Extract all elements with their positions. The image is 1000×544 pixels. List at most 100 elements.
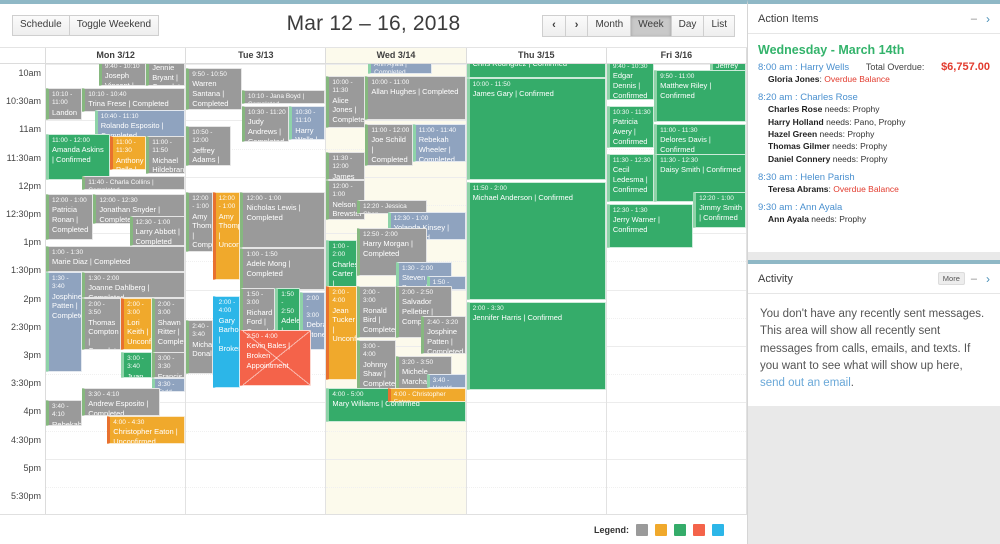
next-week-button[interactable]: › bbox=[565, 15, 589, 37]
needs-procedure: Prophy bbox=[852, 104, 880, 115]
event-title: Michael Hildebrand | Completed bbox=[152, 155, 186, 174]
calendar-event[interactable]: 11:00 - 11:30 Delores Davis | Confirmed bbox=[654, 124, 746, 156]
calendar-event[interactable]: 10:30 - 11:30 Patricia Avery | Confirmed bbox=[606, 106, 655, 148]
calendar-event[interactable]: 10:00 - 11:50 James Gary | Confirmed bbox=[466, 78, 606, 180]
calendar-event[interactable]: 2:50 - 4:00 Kevin Bales | Broken Appointm… bbox=[240, 330, 312, 386]
day-column-fri[interactable]: 9:40 - 10:30 Edgar Dennis | Confirmed Jeff… bbox=[606, 64, 747, 514]
calendar-event[interactable]: 10:30 - 11:10Harry Wells | Completed bbox=[289, 106, 326, 140]
day-column-tue[interactable]: 9:50 - 10:50 Warren Santana | Completed 10… bbox=[186, 64, 327, 514]
view-list-button[interactable]: List bbox=[704, 15, 735, 37]
event-title: Amanda Askins | Confirmed bbox=[52, 145, 104, 164]
calendar-event[interactable]: 10:10 - Jana Boyd | Completed bbox=[241, 90, 326, 104]
calendar-event[interactable]: 2:40 - 3:40Michael Donaldson bbox=[186, 320, 213, 374]
calendar-event[interactable]: 10:30 - 11:20 Judy Andrews | Completed bbox=[241, 106, 290, 142]
calendar-event[interactable]: 3:00 - 3:30Francis Barlow | Completed bbox=[151, 352, 186, 378]
calendar-event[interactable]: 11:30 - 12:30 Cecil Ledesma | Confirmed bbox=[606, 154, 655, 202]
calendar-event[interactable]: Ann Ayala | Completed bbox=[368, 64, 433, 74]
send-email-link[interactable]: send out an email bbox=[760, 377, 851, 389]
day-header-thu[interactable]: Thu 3/15 bbox=[466, 48, 607, 63]
calendar-event[interactable]: 11:40 - Charla Collins | Completed bbox=[82, 176, 186, 190]
action-item-time[interactable]: 8:30 am : Helen Parish bbox=[758, 172, 990, 183]
calendar-event[interactable]: 2:00 - 4:00Jean Tucker | Unconfirmed bbox=[326, 286, 358, 380]
calendar-event[interactable]: 10:10 - 11:00Landon Saxton | Completed bbox=[46, 88, 83, 120]
grid-line bbox=[186, 176, 326, 178]
prev-week-button[interactable]: ‹ bbox=[542, 15, 566, 37]
calendar-event[interactable]: 12:00 - 1:00Amy Thompson | Unconfirmed bbox=[212, 192, 241, 280]
event-title: Ronald Bird | Completed bbox=[363, 305, 396, 334]
day-column-wed[interactable]: Ann Ayala | Completed 10:00 - 11:30 Alice … bbox=[326, 64, 467, 514]
calendar-event[interactable]: 1:00 - 2:00Charles Carter | Confirmed bbox=[326, 240, 358, 288]
day-column-mon[interactable]: 9:40 - 10:10Joseph Vincent | CompletedJe… bbox=[46, 64, 187, 514]
chevron-right-icon[interactable]: › bbox=[986, 12, 990, 26]
calendar-event[interactable]: 11:00 - 12:00 Joe Schild | Completed bbox=[365, 124, 413, 166]
calendar-event[interactable]: 9:50 - 11:00 Matthew Riley | Confirmed bbox=[654, 70, 746, 122]
event-time: 2:00 - 4:00 bbox=[332, 289, 350, 305]
minimize-icon[interactable]: – bbox=[971, 13, 977, 25]
day-header-row: Mon 3/12 Tue 3/13 Wed 3/14 Thu 3/15 Fri … bbox=[0, 48, 748, 64]
action-item-time[interactable]: 8:20 am : Charles Rose bbox=[758, 92, 990, 103]
more-button[interactable]: More bbox=[937, 272, 965, 285]
calendar-event[interactable]: 9:40 - 10:10Joseph Vincent | Completed bbox=[98, 64, 147, 86]
view-month-button[interactable]: Month bbox=[588, 15, 632, 37]
day-header-fri[interactable]: Fri 3/16 bbox=[606, 48, 748, 63]
calendar-event[interactable]: 10:50 - 12:00Jeffrey Adams | Completed bbox=[186, 126, 231, 166]
activity-minimize-icon[interactable]: – bbox=[971, 273, 977, 285]
calendar-event[interactable]: 3:30 - 4:10 Andrew Esposito | Completed bbox=[82, 388, 161, 416]
calendar-event[interactable]: 10:10 - 10:40 Trina Frese | Completed bbox=[82, 88, 186, 112]
calendar-event[interactable]: Jennie Bryant | Completed bbox=[146, 64, 186, 86]
calendar-event[interactable]: Chris Rodriguez | Confirmed bbox=[466, 64, 606, 78]
calendar-event[interactable]: 4:00 - 4:30 Christopher Eaton | Unconfirm… bbox=[107, 416, 186, 444]
calendar-event[interactable]: 12:00 - 1:00 Nicholas Lewis | Completed bbox=[240, 192, 326, 248]
event-time: 11:30 - 12:00 bbox=[332, 155, 353, 171]
calendar-event[interactable]: 11:30 - 12:00James Allen | Completed bbox=[326, 152, 366, 180]
event-title: Gary Barhorst | Broken bbox=[218, 315, 241, 354]
calendar-event[interactable]: 1:00 - 1:30 Marie Diaz | Completed bbox=[46, 246, 186, 272]
calendar-event[interactable]: 9:40 - 10:30 Edgar Dennis | Confirmed bbox=[606, 64, 655, 100]
calendar-event[interactable]: 3:00 - 3:40Juan Bautista | Confirmed bbox=[121, 352, 152, 378]
calendar-event[interactable]: 2:00 - 3:00Shawn Ritter | Completed bbox=[151, 298, 186, 356]
calendar-event[interactable]: 11:00 - 11:40 Rebekah Wheeler | Completed bbox=[412, 124, 466, 162]
calendar-event[interactable]: 11:00 - 11:50Michael Hildebrand | Comple… bbox=[146, 136, 186, 174]
calendar-event[interactable]: 12:00 - 1:00 Patricia Ronan | Completed bbox=[46, 194, 94, 240]
calendar-event[interactable]: 11:50 - 2:00 Michael Anderson | Confirmed bbox=[466, 182, 606, 300]
calendar-event[interactable]: 4:00 - Christopher Eaton bbox=[387, 388, 466, 402]
calendar-event[interactable]: 1:30 - 2:00 Joanne Dahlberg | Completed bbox=[82, 272, 186, 298]
calendar-event[interactable]: 1:30 - 3:40Josphine Patten | Completed bbox=[46, 272, 83, 372]
calendar-event[interactable]: 2:40 - 3:20 Josphine Patten | Completed bbox=[421, 316, 466, 354]
activity-chevron-right-icon[interactable]: › bbox=[986, 272, 990, 286]
calendar-event[interactable]: 12:00 - 1:00Amy Thompson | Completed bbox=[186, 192, 213, 252]
calendar-event[interactable]: 12:30 - 1:30 Jerry Warner | Confirmed bbox=[606, 204, 694, 248]
time-label: 1:30pm bbox=[10, 265, 41, 276]
calendar-event[interactable]: 11:00 - 11:30Anthony Pelle | Unconfirmed bbox=[110, 136, 147, 170]
calendar-event[interactable]: 2:00 - 3:00 Ronald Bird | Completed bbox=[357, 286, 396, 338]
event-time: 12:30 - 1:30 bbox=[612, 207, 648, 214]
calendar-event[interactable]: 2:00 - 3:00Lori Keith | Unconfirmed bbox=[121, 298, 152, 350]
needs-procedure: Pano, Prophy bbox=[854, 116, 906, 127]
calendar-event[interactable]: 2:00 - 3:50Thomas Compton | Completed bbox=[82, 298, 122, 350]
day-column-thu[interactable]: Chris Rodriguez | Confirmed 10:00 - 11:50… bbox=[466, 64, 607, 514]
time-label: 12:30pm bbox=[5, 209, 41, 219]
calendar-event[interactable]: 1:00 - 1:50 Adele Mong | Completed bbox=[240, 248, 326, 290]
calendar-event[interactable]: 3:40 - Harold bbox=[426, 374, 466, 388]
day-header-tue[interactable]: Tue 3/13 bbox=[186, 48, 327, 63]
calendar-event[interactable]: 2:00 - 3:30 Jennifer Harris | Confirmed bbox=[466, 302, 606, 390]
calendar-event[interactable]: 10:00 - 11:30 Alice Jones | Completed bbox=[326, 76, 366, 128]
calendar-event[interactable]: 12:20 - 1:00 Jimmy Smith | Confirmed bbox=[693, 192, 746, 228]
view-day-button[interactable]: Day bbox=[671, 15, 705, 37]
day-header-wed[interactable]: Wed 3/14 bbox=[326, 48, 467, 63]
calendar-event[interactable]: 11:00 - 12:00 Amanda Askins | Confirmed bbox=[46, 134, 111, 180]
calendar-event[interactable]: 12:30 - 1:00 Larry Abbott | Completed bbox=[129, 216, 186, 246]
calendar-event[interactable]: 3:40 - 4:10Rebekah Rutherford | Complete… bbox=[46, 400, 83, 426]
calendar-event[interactable]: 2:00 - 4:00Gary Barhorst | Broken bbox=[212, 296, 241, 388]
patient-name: Charles Rose bbox=[768, 104, 823, 115]
action-item-time[interactable]: 8:00 am : Harry Wells bbox=[758, 62, 849, 73]
calendar-event[interactable]: 9:50 - 10:50 Warren Santana | Completed bbox=[186, 68, 242, 110]
event-title: James Allen | Completed bbox=[332, 171, 355, 180]
calendar-event[interactable]: 10:00 - 11:00 Allan Hughes | Completed bbox=[365, 76, 466, 120]
action-item-time[interactable]: 9:30 am : Ann Ayala bbox=[758, 202, 990, 213]
day-header-mon[interactable]: Mon 3/12 bbox=[46, 48, 187, 63]
view-week-button[interactable]: Week bbox=[631, 15, 672, 37]
calendar-event[interactable]: 3:00 - 4:00 Johnny Shaw | Completed bbox=[357, 340, 396, 390]
event-title: Allan Hughes | Completed bbox=[371, 87, 459, 97]
action-items-header: Action Items – › bbox=[748, 4, 1000, 34]
